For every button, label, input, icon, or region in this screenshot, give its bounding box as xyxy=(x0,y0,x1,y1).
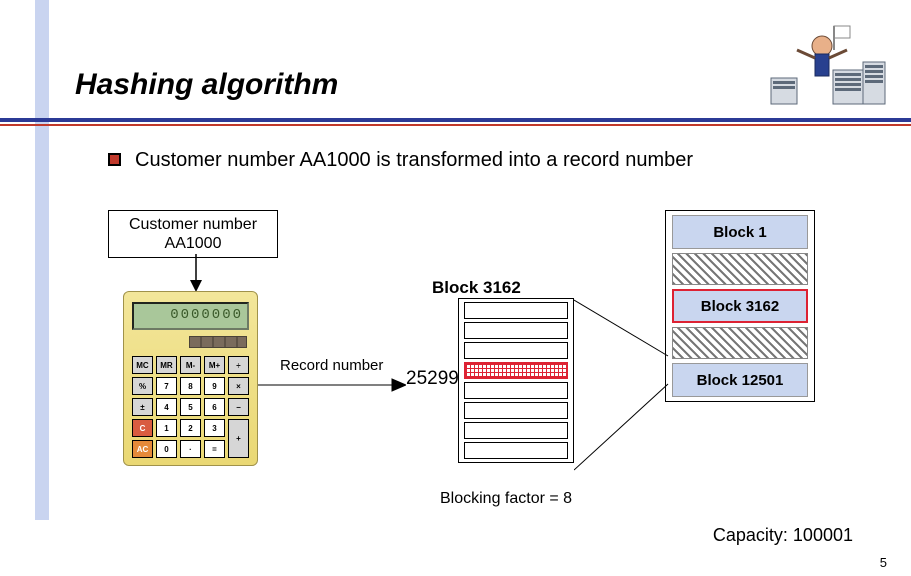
block-3162-slots xyxy=(458,298,574,463)
block-3162-label: Block 3162 xyxy=(432,278,521,298)
calc-key: MR xyxy=(156,356,177,374)
calc-key: 6 xyxy=(204,398,225,416)
calc-key: M- xyxy=(180,356,201,374)
calc-key: ÷ xyxy=(228,356,249,374)
left-accent-bar xyxy=(35,0,49,520)
record-number-value: 25299 xyxy=(406,368,459,390)
calculator-digits: 0000000 xyxy=(170,307,243,323)
storage-column: Block 1 Block 3162 Block 12501 xyxy=(665,210,815,402)
capacity-label: Capacity: 100001 xyxy=(713,525,853,546)
connector-bottom xyxy=(574,300,670,488)
calc-key: 5 xyxy=(180,398,201,416)
clipart-papers-icon xyxy=(767,20,887,115)
calculator-illustration: 0000000 MCMRM-M+÷%789× ±456− C123+ AC0·= xyxy=(123,291,258,466)
calc-key: 3 xyxy=(204,419,225,437)
calc-key: C xyxy=(132,419,153,437)
bullet-row: Customer number AA1000 is transformed in… xyxy=(108,148,708,173)
calc-key: 4 xyxy=(156,398,177,416)
calc-key: − xyxy=(228,398,249,416)
customer-box-line1: Customer number xyxy=(129,216,257,233)
calc-key: MC xyxy=(132,356,153,374)
slot xyxy=(464,302,568,319)
page-number: 5 xyxy=(880,555,887,570)
calc-key: 0 xyxy=(156,440,177,458)
calc-key: % xyxy=(132,377,153,395)
blocking-factor-label: Blocking factor = 8 xyxy=(440,490,572,508)
calc-key: M+ xyxy=(204,356,225,374)
slot xyxy=(464,402,568,419)
bullet-square-icon xyxy=(108,153,121,166)
calc-key: 1 xyxy=(156,419,177,437)
slot xyxy=(464,442,568,459)
arrow-right-calc xyxy=(258,376,406,394)
calc-key: = xyxy=(204,440,225,458)
slot xyxy=(464,422,568,439)
calculator-keys: MCMRM-M+÷%789× ±456− C123+ AC0·= xyxy=(132,356,249,457)
rule-thin xyxy=(0,124,911,126)
record-number-label: Record number xyxy=(280,357,383,374)
arrow-down-icon xyxy=(188,254,204,292)
calc-key: ± xyxy=(132,398,153,416)
calculator-solar-icon xyxy=(189,336,247,348)
slot xyxy=(464,382,568,399)
calc-key: 7 xyxy=(156,377,177,395)
calc-key: AC xyxy=(132,440,153,458)
slide-title: Hashing algorithm xyxy=(75,68,338,102)
customer-number-box: Customer number AA1000 xyxy=(108,210,278,258)
storage-ellipsis xyxy=(672,327,808,359)
storage-block-last: Block 12501 xyxy=(672,363,808,397)
calculator-screen: 0000000 xyxy=(132,302,249,330)
customer-box-line2: AA1000 xyxy=(165,235,222,252)
storage-block-1: Block 1 xyxy=(672,215,808,249)
calc-key: 2 xyxy=(180,419,201,437)
bullet-text: Customer number AA1000 is transformed in… xyxy=(135,148,693,173)
calc-key: 8 xyxy=(180,377,201,395)
calc-key: × xyxy=(228,377,249,395)
slot xyxy=(464,342,568,359)
calc-key: 9 xyxy=(204,377,225,395)
slot-highlighted xyxy=(464,362,568,379)
slot xyxy=(464,322,568,339)
calc-key: · xyxy=(180,440,201,458)
rule-thick xyxy=(0,118,911,122)
storage-ellipsis xyxy=(672,253,808,285)
connector-top xyxy=(574,298,670,486)
calc-key: + xyxy=(228,419,249,458)
storage-block-3162: Block 3162 xyxy=(672,289,808,323)
